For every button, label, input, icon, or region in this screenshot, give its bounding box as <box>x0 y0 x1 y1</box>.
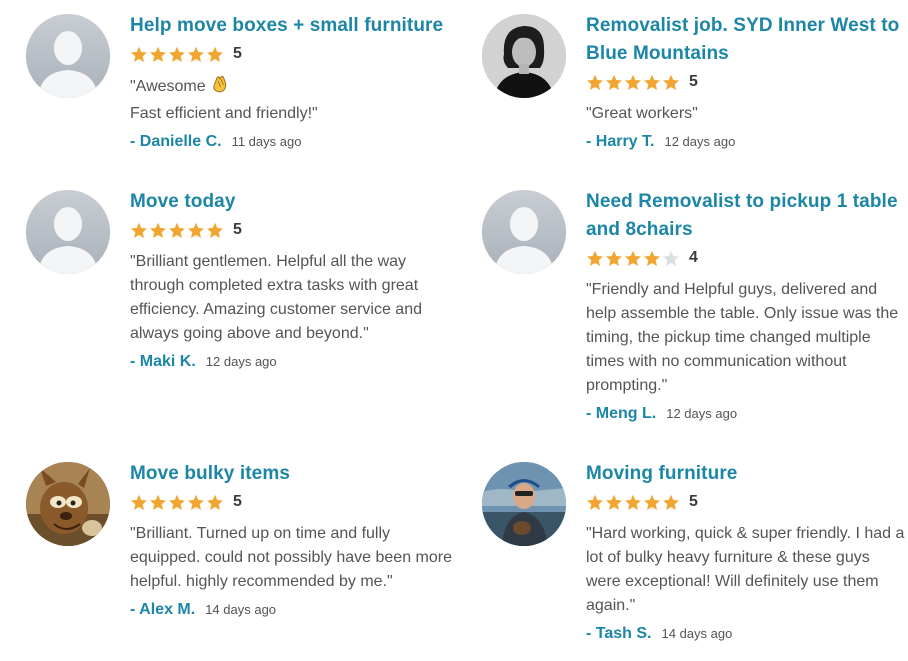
review-footer: - Meng L. 12 days ago <box>586 405 906 423</box>
star-empty-icon <box>663 250 679 266</box>
clapping-hands-icon <box>210 74 230 102</box>
star-filled-icon <box>131 494 147 510</box>
reviewer-photo-avatar <box>482 462 566 546</box>
default-avatar <box>26 190 110 274</box>
star-filled-icon <box>587 494 603 510</box>
reviewer-name[interactable]: - Meng L. <box>586 405 656 423</box>
review-date: 14 days ago <box>205 602 277 617</box>
review-footer: - Maki K. 12 days ago <box>130 353 460 371</box>
review-title[interactable]: Need Removalist to pickup 1 table and 8c… <box>586 188 906 244</box>
reviewer-name[interactable]: - Alex M. <box>130 601 195 619</box>
rating-value: 5 <box>233 221 242 238</box>
review-title[interactable]: Moving furniture <box>586 460 908 488</box>
review-content: Move bulky items 5 "Brilliant. Turned up… <box>130 460 460 619</box>
star-rating: 5 <box>130 42 460 66</box>
review-title[interactable]: Move bulky items <box>130 460 460 488</box>
rating-value: 5 <box>689 493 698 510</box>
review-content: Moving furniture 5 "Hard working, quick … <box>586 460 908 643</box>
star-filled-icon <box>150 222 166 238</box>
review-quote: "Awesome Fast efficient and friendly!" <box>130 74 460 126</box>
review-quote: "Friendly and Helpful guys, delivered an… <box>586 281 899 394</box>
review-content: Move today 5 "Brilliant gentlemen. Helpf… <box>130 188 460 371</box>
star-rating: 5 <box>586 490 908 514</box>
star-filled-icon <box>625 494 641 510</box>
review-date: 11 days ago <box>231 134 302 149</box>
star-rating: 4 <box>586 246 906 270</box>
rating-value: 5 <box>233 45 242 62</box>
reviewer-name[interactable]: - Tash S. <box>586 625 652 643</box>
review-quote: "Brilliant. Turned up on time and fully … <box>130 525 452 590</box>
star-filled-icon <box>663 494 679 510</box>
default-avatar <box>482 190 566 274</box>
review-date: 12 days ago <box>205 354 277 369</box>
star-filled-icon <box>207 46 223 62</box>
rating-value: 5 <box>233 493 242 510</box>
rating-value: 5 <box>689 73 698 90</box>
review-quote: "Hard working, quick & super friendly. I… <box>586 525 905 614</box>
review-date: 12 days ago <box>664 134 736 149</box>
star-filled-icon <box>188 46 204 62</box>
star-filled-icon <box>188 494 204 510</box>
review-content: Need Removalist to pickup 1 table and 8c… <box>586 188 906 423</box>
star-filled-icon <box>169 494 185 510</box>
star-filled-icon <box>150 46 166 62</box>
review-quote: "Brilliant gentlemen. Helpful all the wa… <box>130 253 422 342</box>
star-filled-icon <box>606 250 622 266</box>
review-quote: "Great workers" <box>586 105 698 122</box>
review-date: 14 days ago <box>661 626 733 641</box>
star-filled-icon <box>644 250 660 266</box>
star-filled-icon <box>150 494 166 510</box>
review-footer: - Alex M. 14 days ago <box>130 601 460 619</box>
review-title[interactable]: Removalist job. SYD Inner West to Blue M… <box>586 12 908 68</box>
star-filled-icon <box>663 74 679 90</box>
reviewer-name[interactable]: - Maki K. <box>130 353 196 371</box>
reviewer-name[interactable]: - Harry T. <box>586 133 654 151</box>
star-filled-icon <box>207 494 223 510</box>
reviewer-photo-avatar <box>482 14 566 98</box>
review-content: Help move boxes + small furniture 5 "Awe… <box>130 12 460 151</box>
review-title[interactable]: Move today <box>130 188 460 216</box>
review-date: 12 days ago <box>666 406 738 421</box>
rating-value: 4 <box>689 249 698 266</box>
star-filled-icon <box>207 222 223 238</box>
reviewer-name[interactable]: - Danielle C. <box>130 133 222 151</box>
review-content: Removalist job. SYD Inner West to Blue M… <box>586 12 908 151</box>
star-filled-icon <box>606 494 622 510</box>
star-filled-icon <box>587 74 603 90</box>
default-avatar <box>26 14 110 98</box>
review-footer: - Danielle C. 11 days ago <box>130 133 460 151</box>
star-filled-icon <box>131 222 147 238</box>
star-filled-icon <box>625 74 641 90</box>
star-filled-icon <box>587 250 603 266</box>
star-filled-icon <box>606 74 622 90</box>
star-filled-icon <box>169 222 185 238</box>
star-filled-icon <box>131 46 147 62</box>
star-rating: 5 <box>130 490 460 514</box>
star-filled-icon <box>169 46 185 62</box>
review-title[interactable]: Help move boxes + small furniture <box>130 12 460 40</box>
star-rating: 5 <box>586 70 908 94</box>
review-footer: - Tash S. 14 days ago <box>586 625 908 643</box>
star-filled-icon <box>188 222 204 238</box>
star-rating: 5 <box>130 218 460 242</box>
star-filled-icon <box>625 250 641 266</box>
star-filled-icon <box>644 494 660 510</box>
review-footer: - Harry T. 12 days ago <box>586 133 908 151</box>
star-filled-icon <box>644 74 660 90</box>
reviewer-cartoon-avatar <box>26 462 110 546</box>
